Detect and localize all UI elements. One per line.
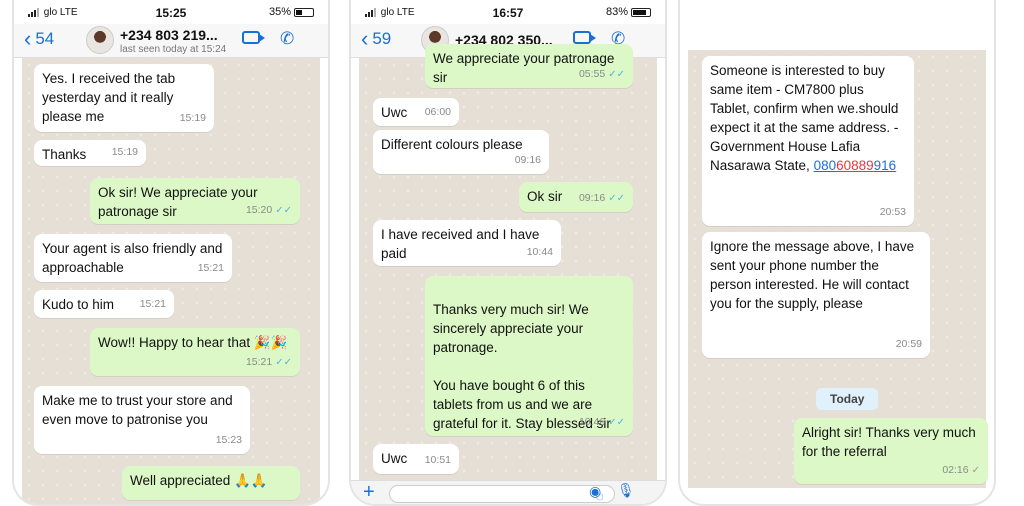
double-tick-icon: ✓✓ <box>608 193 625 204</box>
message-time: 15:21 <box>245 356 273 368</box>
message-time: 15:21 <box>197 262 224 274</box>
camera-icon[interactable]: ◉ <box>589 483 601 500</box>
chevron-left-icon: ‹ <box>24 26 32 51</box>
message-time: 05:55 <box>578 68 606 80</box>
message-time: 10:44 <box>526 246 553 258</box>
phone-number-link[interactable]: 08060889916 <box>814 158 897 173</box>
message-text: Ignore the message above, I have sent yo… <box>710 239 915 311</box>
message-text: Wow!! Happy to hear that 🎉🎉 <box>98 335 288 350</box>
status-bar: glo LTE 15:25 35% <box>14 0 328 24</box>
message-bubble[interactable]: Wow!! Happy to hear that 🎉🎉 15:21 ✓✓ <box>90 328 300 376</box>
phone-number-redacted: 60889 <box>836 158 874 173</box>
battery-indicator: 83% <box>606 6 651 18</box>
double-tick-icon: ✓✓ <box>608 417 625 428</box>
message-bubble[interactable]: I have received and I have paid 10:44 <box>373 220 561 266</box>
avatar[interactable] <box>86 26 114 54</box>
message-bubble[interactable]: Kudo to him 15:21 <box>34 290 174 318</box>
back-button[interactable]: ‹ 54 <box>24 26 55 51</box>
message-text: Alright sir! Thanks very much for the re… <box>802 425 976 459</box>
chat-header: ‹ 54 +234 803 219... last seen today at … <box>14 24 328 58</box>
message-time: 15:21 <box>139 298 166 310</box>
phone-icon[interactable]: ✆ <box>280 29 294 49</box>
message-bubble[interactable]: Your agent is also friendly and approach… <box>34 234 232 282</box>
message-time: 02:16 <box>942 464 969 476</box>
message-text: Well appreciated 🙏🙏 <box>130 473 268 488</box>
message-bubble[interactable]: We appreciate your patronage sir 05:55 ✓✓ <box>425 44 633 88</box>
double-tick-icon: ✓✓ <box>275 205 292 216</box>
message-bubble[interactable]: Uwc 10:51 <box>373 444 459 474</box>
message-time: 15:23 <box>215 434 242 446</box>
message-list: Someone is interested to buy same item -… <box>688 50 988 488</box>
double-tick-icon: ✓✓ <box>275 357 292 368</box>
message-text: Thanks <box>42 147 87 162</box>
chat-screen-3: Someone is interested to buy same item -… <box>678 0 996 506</box>
message-bubble[interactable]: Make me to trust your store and even mov… <box>34 386 250 454</box>
message-text: Kudo to him <box>42 297 115 312</box>
message-input[interactable]: ◌ <box>389 485 615 504</box>
battery-level <box>296 9 302 15</box>
message-text: Different colours please <box>381 137 523 152</box>
message-text: Thanks very much sir! We sincerely appre… <box>433 302 611 431</box>
message-text: Yes. I received the tab yesterday and it… <box>42 71 176 124</box>
attach-plus-icon[interactable]: + <box>363 481 375 503</box>
message-list: We appreciate your patronage sir 05:55 ✓✓… <box>359 44 657 480</box>
battery-level <box>633 9 646 15</box>
message-time: 20:53 <box>879 206 906 218</box>
video-camera-icon[interactable] <box>242 31 265 44</box>
chevron-left-icon: ‹ <box>361 26 369 51</box>
message-bubble[interactable]: Well appreciated 🙏🙏 <box>122 466 300 500</box>
message-bubble[interactable]: Ignore the message above, I have sent yo… <box>702 232 930 358</box>
message-time: 10:51 <box>424 454 451 466</box>
message-time: 06:00 <box>424 106 451 118</box>
message-text: Make me to trust your store and even mov… <box>42 393 233 427</box>
message-time: 15:19 <box>179 112 206 124</box>
microphone-icon[interactable]: 🎙 <box>617 482 635 499</box>
message-time: 20:59 <box>895 338 922 350</box>
message-bubble[interactable]: Someone is interested to buy same item -… <box>702 56 914 226</box>
message-text: I have received and I have paid <box>381 227 540 261</box>
battery-percent: 35% <box>268 6 291 18</box>
battery-icon <box>294 7 314 17</box>
battery-indicator: 35% <box>269 6 314 18</box>
message-bubble[interactable]: Yes. I received the tab yesterday and it… <box>34 64 214 132</box>
message-bubble[interactable]: Different colours please 09:16 <box>373 130 549 174</box>
unread-count: 54 <box>35 29 55 48</box>
message-text: Someone is interested to buy same item -… <box>710 63 899 173</box>
message-list: Yes. I received the tab yesterday and it… <box>22 58 320 504</box>
back-button[interactable]: ‹ 59 <box>361 26 392 51</box>
message-time: 15:19 <box>111 146 138 158</box>
phone-number-tail: 916 <box>873 158 897 173</box>
message-text: Ok sir <box>527 189 563 204</box>
battery-icon <box>631 7 651 17</box>
contact-name: +234 803 219... <box>120 27 218 43</box>
message-composer: + ◌ ◉ 🎙 <box>351 480 665 504</box>
message-text: Your agent is also friendly and approach… <box>42 241 223 275</box>
message-text: Ok sir! We appreciate your patronage sir <box>98 185 258 219</box>
video-camera-icon[interactable] <box>573 31 596 44</box>
message-text: Uwc <box>381 451 408 466</box>
message-bubble[interactable]: Alright sir! Thanks very much for the re… <box>794 418 988 484</box>
message-bubble[interactable]: Thanks 15:19 <box>34 140 146 166</box>
message-bubble[interactable]: Uwc 06:00 <box>373 98 459 126</box>
chat-screen-2: glo LTE 16:57 83% ‹ 59 +234 802 350... ✆… <box>349 0 667 506</box>
single-tick-icon: ✓ <box>971 465 980 476</box>
last-seen: last seen today at 15:24 <box>120 44 227 55</box>
message-time: 10:46 <box>578 416 606 428</box>
contact-info[interactable]: +234 803 219... last seen today at 15:24 <box>120 27 226 55</box>
date-separator: Today <box>816 388 879 410</box>
battery-percent: 83% <box>605 6 628 18</box>
chat-screen-1: glo LTE 15:25 35% ‹ 54 +234 803 219... l… <box>12 0 330 506</box>
message-time: 09:16 <box>514 154 541 166</box>
message-text: Uwc <box>381 105 408 120</box>
message-bubble[interactable]: Ok sir! We appreciate your patronage sir… <box>90 178 300 224</box>
phone-number-visible: 080 <box>813 158 837 173</box>
message-time: 15:20 <box>245 204 273 216</box>
double-tick-icon: ✓✓ <box>608 69 625 80</box>
status-bar: glo LTE 16:57 83% <box>351 0 665 24</box>
message-bubble[interactable]: Thanks very much sir! We sincerely appre… <box>425 276 633 436</box>
unread-count: 59 <box>372 29 392 48</box>
message-bubble[interactable]: Ok sir 09:16 ✓✓ <box>519 182 633 212</box>
message-time: 09:16 <box>578 192 606 204</box>
